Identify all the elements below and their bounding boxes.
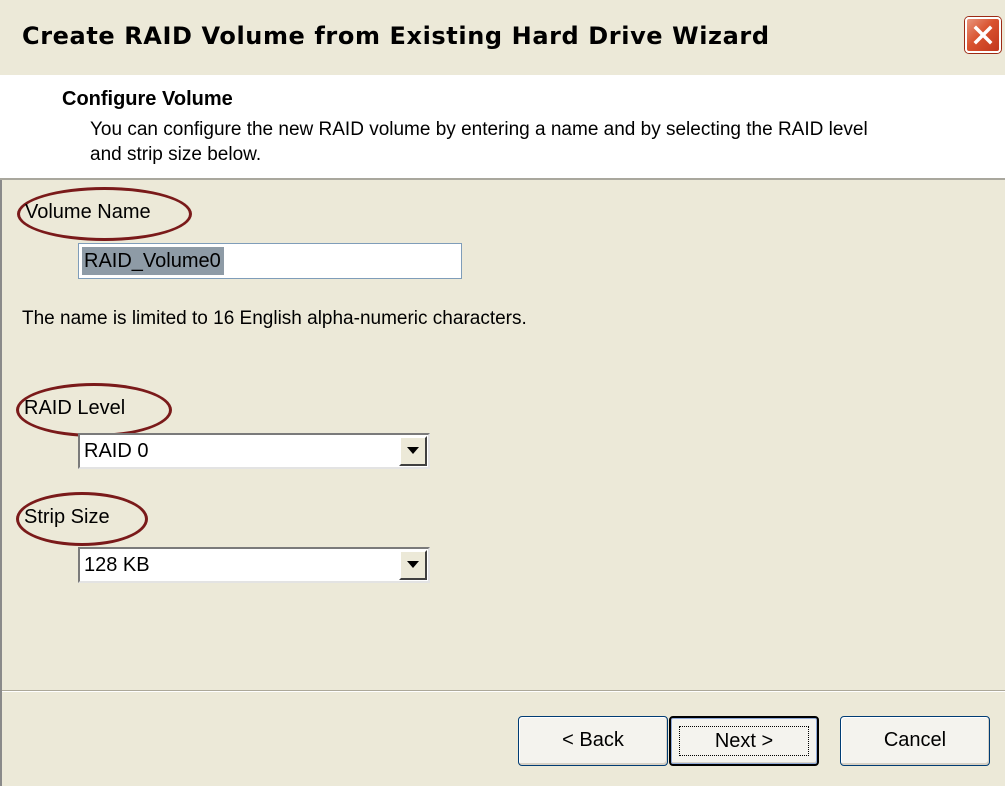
volume-name-value: RAID_Volume0 [82,247,224,275]
raid-level-value: RAID 0 [84,440,149,462]
strip-size-select[interactable]: 128 KB [78,547,430,583]
volume-name-label: Volume Name [25,201,151,223]
page-title: Configure Volume [62,88,233,110]
window-title: Create RAID Volume from Existing Hard Dr… [22,22,770,50]
raid-level-label: RAID Level [24,397,126,419]
close-icon [973,25,993,45]
close-button[interactable] [965,17,1001,53]
back-button-label: < Back [562,729,624,751]
volume-name-hint: The name is limited to 16 English alpha-… [22,308,527,329]
wizard-header: Configure Volume You can configure the n… [0,75,1005,180]
footer-separator [2,690,1005,692]
page-description: You can configure the new RAID volume by… [90,119,868,165]
raid-level-select[interactable]: RAID 0 [78,433,430,469]
chevron-down-icon [407,561,419,568]
strip-size-dropdown-button[interactable] [399,550,427,580]
back-button[interactable]: < Back [518,716,668,766]
strip-size-label: Strip Size [24,506,110,528]
cancel-button[interactable]: Cancel [840,716,990,766]
next-button[interactable]: Next > [669,716,819,766]
next-button-label: Next > [714,730,774,752]
raid-level-dropdown-button[interactable] [399,436,427,466]
cancel-button-label: Cancel [883,729,947,751]
title-bar: Create RAID Volume from Existing Hard Dr… [0,0,1005,75]
chevron-down-icon [407,447,419,454]
strip-size-value: 128 KB [84,554,150,576]
volume-name-input[interactable]: RAID_Volume0 [78,243,462,279]
